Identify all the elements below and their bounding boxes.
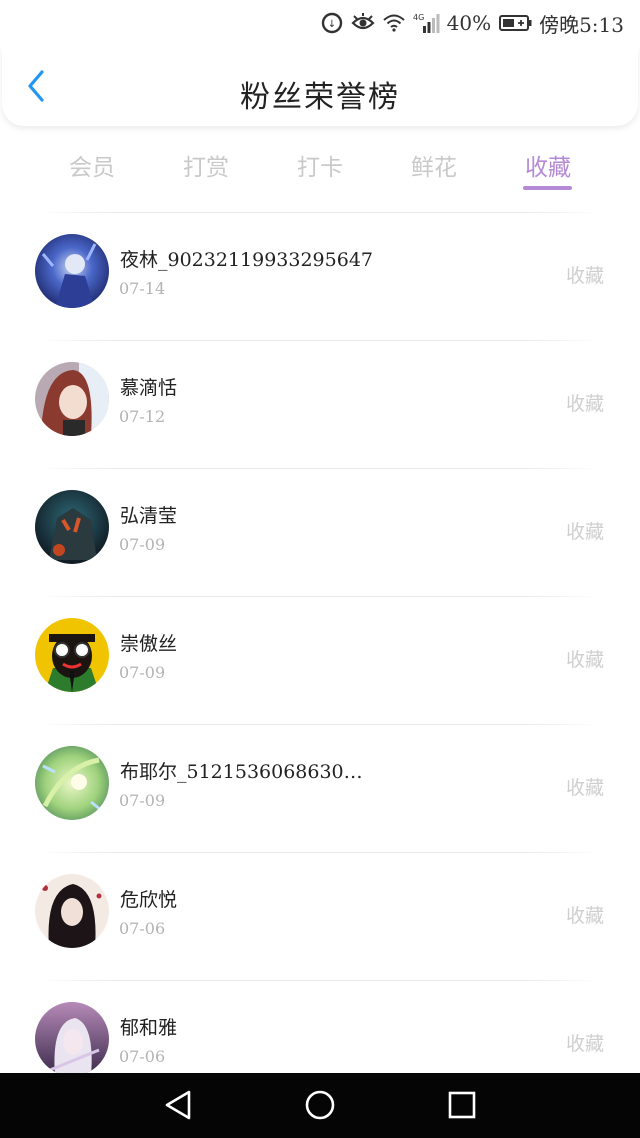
fan-name: 慕滴恬 (120, 377, 178, 399)
fan-date: 07-14 (119, 279, 166, 298)
signal-icon: 4G (413, 12, 441, 34)
fan-date: 07-12 (119, 407, 166, 426)
fan-name: 布耶尔_5121536068630… (120, 761, 363, 783)
battery-percent: 40% (446, 11, 492, 35)
favorite-action[interactable]: 收藏 (566, 645, 604, 672)
svg-text:↓: ↓ (327, 19, 335, 30)
tab-bar: 会员 打赏 打卡 鲜花 收藏 (0, 140, 640, 196)
list-item[interactable]: 布耶尔_5121536068630… 07-09 收藏 (0, 725, 640, 852)
avatar[interactable] (35, 1002, 109, 1076)
fan-name: 崇傲丝 (120, 633, 178, 655)
home-circle-icon[interactable] (300, 1087, 340, 1123)
clock: 傍晚5:13 (539, 12, 624, 37)
avatar[interactable] (35, 874, 109, 948)
header: 粉丝荣誉榜 (2, 46, 638, 126)
fan-name: 危欣悦 (120, 889, 178, 911)
favorite-action[interactable]: 收藏 (566, 517, 604, 544)
svg-text:4G: 4G (413, 13, 424, 22)
fan-list: 夜林_90232119933295647 07-14 收藏 慕滴恬 07-12 … (0, 212, 640, 1108)
page-title: 粉丝荣誉榜 (240, 80, 400, 115)
avatar[interactable] (35, 490, 109, 564)
fan-date: 07-09 (119, 663, 166, 682)
fan-date: 07-06 (119, 1047, 166, 1066)
fan-name: 郁和雅 (120, 1017, 178, 1039)
eye-icon (351, 13, 375, 33)
list-item[interactable]: 夜林_90232119933295647 07-14 收藏 (0, 213, 640, 340)
system-nav-bar (0, 1073, 640, 1138)
list-item[interactable]: 危欣悦 07-06 收藏 (0, 853, 640, 980)
favorite-action[interactable]: 收藏 (566, 389, 604, 416)
list-item[interactable]: 崇傲丝 07-09 收藏 (0, 597, 640, 724)
list-item[interactable]: 慕滴恬 07-12 收藏 (0, 341, 640, 468)
favorite-action[interactable]: 收藏 (566, 261, 604, 288)
battery-icon (499, 14, 533, 32)
data-saver-icon: ↓ (321, 12, 343, 34)
avatar[interactable] (35, 746, 109, 820)
tab-flowers[interactable]: 鲜花 (394, 148, 474, 182)
tab-favorites[interactable]: 收藏 (508, 148, 588, 182)
fan-name: 夜林_90232119933295647 (120, 249, 374, 271)
tab-reward[interactable]: 打赏 (166, 148, 246, 182)
fan-name: 弘清莹 (120, 505, 178, 527)
fan-date: 07-09 (119, 535, 166, 554)
back-triangle-icon[interactable] (158, 1087, 198, 1123)
list-item[interactable]: 弘清莹 07-09 收藏 (0, 469, 640, 596)
avatar[interactable] (35, 362, 109, 436)
active-tab-indicator (523, 186, 572, 190)
wifi-icon (382, 14, 405, 32)
tab-member[interactable]: 会员 (52, 148, 132, 182)
favorite-action[interactable]: 收藏 (566, 773, 604, 800)
tab-checkin[interactable]: 打卡 (280, 148, 360, 182)
screen: ↓ 4G 40% 傍晚5:13 粉丝荣誉榜 会员 打赏 打卡 鲜花 收藏 夜林_… (0, 0, 640, 1138)
fan-date: 07-09 (119, 791, 166, 810)
favorite-action[interactable]: 收藏 (566, 901, 604, 928)
avatar[interactable] (35, 618, 109, 692)
status-bar: ↓ 4G 40% 傍晚5:13 (0, 0, 640, 46)
fan-date: 07-06 (119, 919, 166, 938)
favorite-action[interactable]: 收藏 (566, 1029, 604, 1056)
recents-square-icon[interactable] (442, 1087, 482, 1123)
avatar[interactable] (35, 234, 109, 308)
